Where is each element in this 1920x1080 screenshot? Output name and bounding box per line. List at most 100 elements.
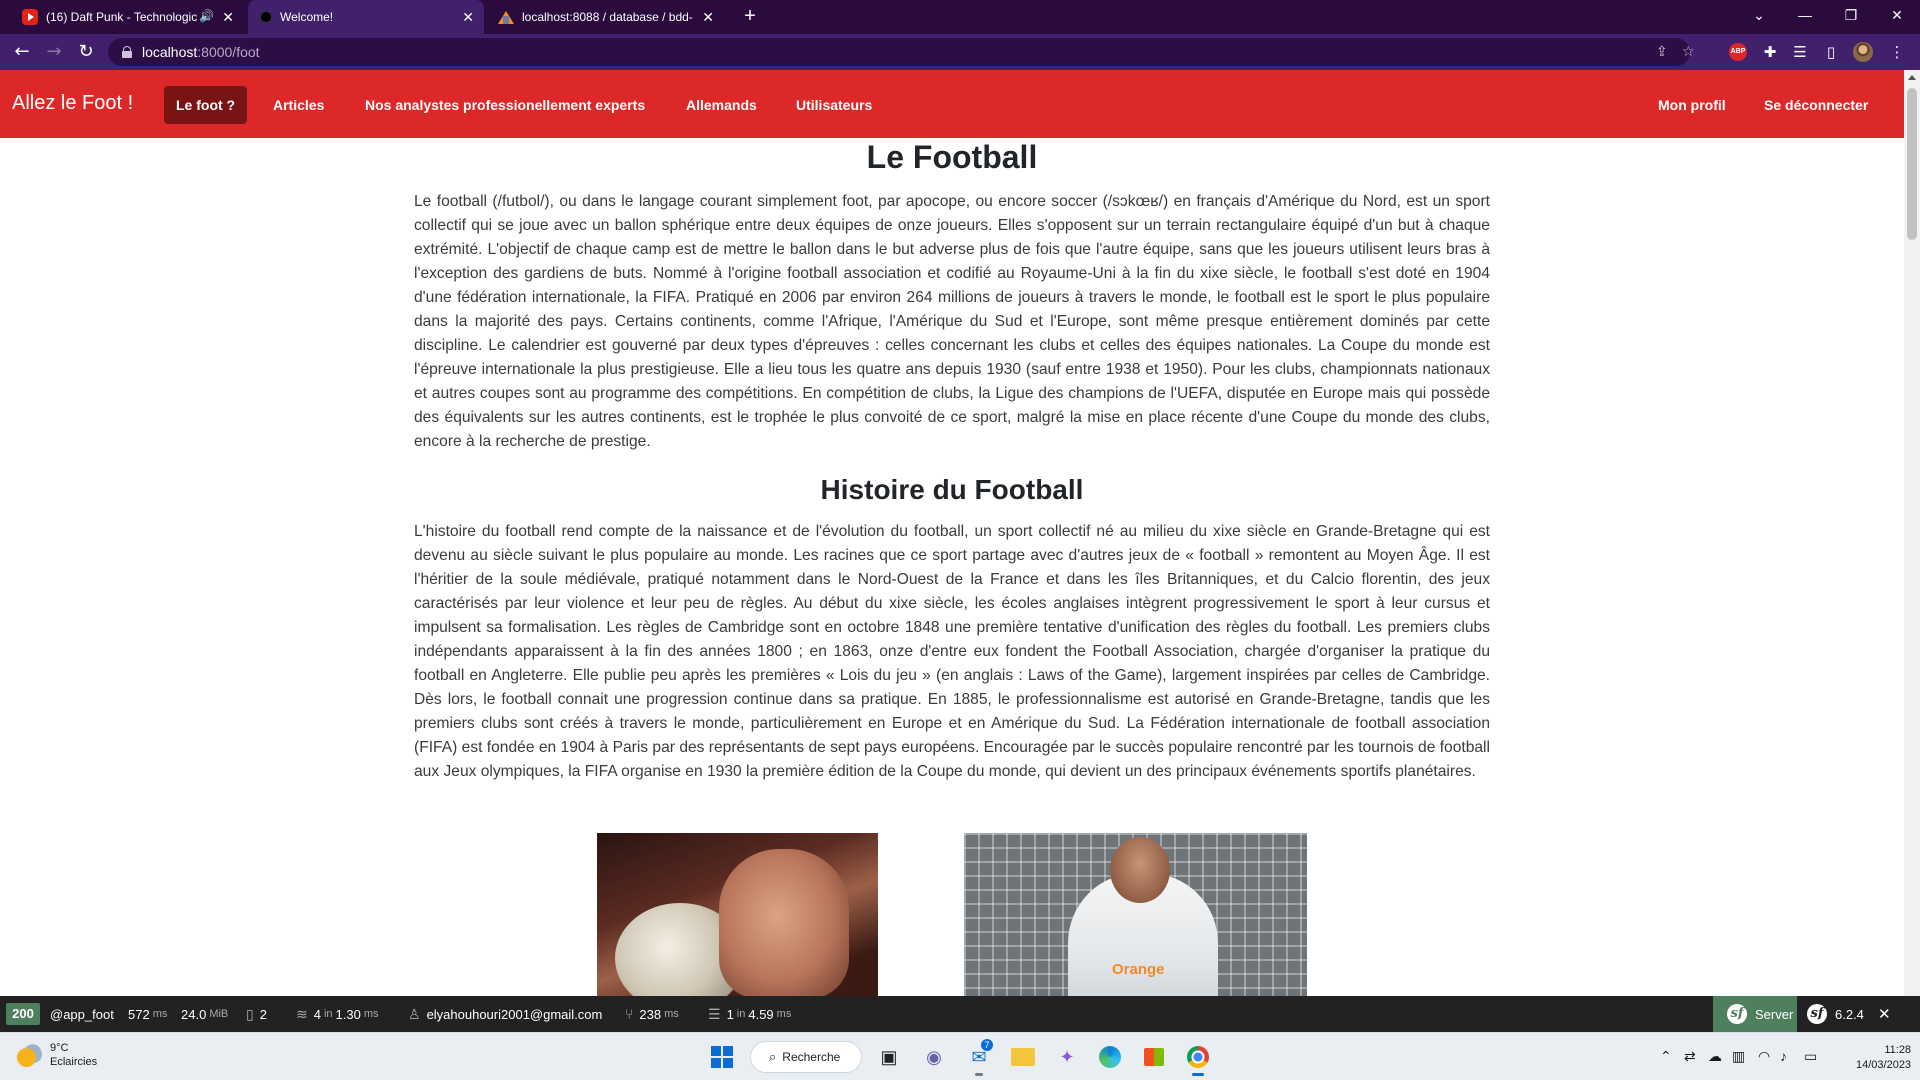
speaker-icon[interactable]: 🔊 <box>199 9 214 23</box>
tab-youtube[interactable]: (16) Daft Punk - Technologic 🔊 ✕ <box>12 0 244 34</box>
database-icon: ☰ <box>708 1005 721 1022</box>
battery-icon[interactable]: ▭ <box>1804 1048 1817 1065</box>
twig-panel[interactable]: ≋ 4 in 1.30 ms <box>296 996 379 1032</box>
db-unit: ms <box>776 1008 792 1020</box>
forward-arrow-icon[interactable]: → <box>42 40 66 64</box>
events-panel[interactable]: ⑂ 238 ms <box>625 996 679 1032</box>
request-time[interactable]: 572 ms <box>128 996 167 1032</box>
tray-app-icon[interactable]: ▥ <box>1732 1048 1745 1065</box>
close-tab-icon[interactable]: ✕ <box>222 9 234 25</box>
symfony-version-panel[interactable]: sf 6.2.4 <box>1807 996 1864 1032</box>
info-lock-icon[interactable] <box>122 46 132 58</box>
weather-widget[interactable]: 9°C Eclaircies <box>16 1041 97 1069</box>
nav-se-deconnecter[interactable]: Se déconnecter <box>1752 86 1880 124</box>
store-bag <box>1144 1048 1164 1066</box>
mail-icon[interactable]: ✉ 7 <box>963 1039 995 1076</box>
memory-value: 24.0 <box>181 1006 207 1022</box>
running-indicator <box>1192 1073 1204 1076</box>
minimize-button[interactable]: — <box>1782 0 1828 30</box>
memory-usage[interactable]: 24.0 MiB <box>181 996 228 1032</box>
doctrine-panel[interactable]: ☰ 1 in 4.59 ms <box>708 996 791 1032</box>
search-icon: ⌕ <box>769 1049 777 1064</box>
reading-list-icon[interactable]: ☰ <box>1791 43 1809 61</box>
start-button[interactable] <box>706 1041 738 1073</box>
history-paragraph: L'histoire du football rend compte de la… <box>414 523 1490 780</box>
scrollbar-thumb[interactable] <box>1907 88 1917 240</box>
menu-kebab-icon[interactable]: ⋮ <box>1888 43 1906 61</box>
document-icon: ▯ <box>246 1005 254 1022</box>
nav-articles[interactable]: Articles <box>261 86 336 124</box>
copilot-icon[interactable]: ✦ <box>1051 1041 1083 1073</box>
security-panel[interactable]: ♙ elyahouhouri2001@gmail.com <box>408 996 602 1032</box>
tab-search-button[interactable]: ⌄ <box>1736 0 1782 30</box>
taskbar-search[interactable]: ⌕ Recherche <box>750 1041 862 1073</box>
tab-title: Welcome! <box>280 10 334 24</box>
db-time: 4.59 <box>748 1006 774 1022</box>
back-arrow-icon[interactable]: ← <box>10 40 34 64</box>
close-window-button[interactable]: ✕ <box>1874 0 1920 30</box>
browser-tab-strip: (16) Daft Punk - Technologic 🔊 ✕ Welcome… <box>0 0 1920 34</box>
status-code-badge[interactable]: 200 <box>6 1003 40 1025</box>
url-text[interactable]: localhost:8000/foot <box>142 44 260 60</box>
player-face-shape <box>719 849 849 996</box>
scroll-up-arrow-icon[interactable] <box>1908 75 1916 80</box>
nav-mon-profil[interactable]: Mon profil <box>1646 86 1738 124</box>
site-brand[interactable]: Allez le Foot ! <box>12 92 133 115</box>
restore-button[interactable]: ❐ <box>1828 0 1874 30</box>
nav-allemands[interactable]: Allemands <box>674 86 769 124</box>
symfony-logo-icon: sf <box>1727 1004 1747 1024</box>
task-view-icon[interactable]: ▣ <box>873 1041 905 1073</box>
symfony-logo-icon: sf <box>1807 1004 1827 1024</box>
nav-le-foot[interactable]: Le foot ? <box>164 86 248 124</box>
memory-unit: MiB <box>209 1008 229 1020</box>
taskbar-clock[interactable]: 11:28 14/03/2023 <box>1856 1043 1911 1073</box>
tray-cloud-icon[interactable]: ☁ <box>1708 1048 1722 1065</box>
tab-phpmyadmin[interactable]: localhost:8088 / database / bdd- ✕ <box>488 0 724 34</box>
phpmyadmin-icon <box>498 9 514 25</box>
edge-icon[interactable] <box>1094 1041 1126 1073</box>
profile-avatar-icon[interactable] <box>1853 42 1873 62</box>
photo-row: Orange <box>414 833 1490 996</box>
weather-desc: Eclaircies <box>50 1056 98 1068</box>
toolbar-close-button[interactable]: ✕ <box>1878 996 1891 1032</box>
page-dot-icon <box>260 11 272 23</box>
file-explorer-icon[interactable] <box>1007 1041 1039 1073</box>
server-panel[interactable]: sf Server <box>1713 996 1797 1032</box>
teams-chat-icon[interactable]: ◉ <box>918 1041 950 1073</box>
templates-count: 4 <box>313 1006 321 1022</box>
new-tab-button[interactable]: + <box>738 5 762 29</box>
reload-icon[interactable]: ↻ <box>74 40 98 64</box>
close-tab-icon[interactable]: ✕ <box>462 9 474 25</box>
address-bar[interactable]: localhost:8000/foot ⇪ ☆ <box>108 38 1695 66</box>
volume-icon[interactable]: ♪ <box>1780 1048 1787 1064</box>
chrome-icon[interactable] <box>1182 1041 1214 1076</box>
bookmark-star-icon[interactable]: ☆ <box>1682 44 1695 60</box>
tray-overflow-icon[interactable]: ⌃ <box>1660 1048 1672 1065</box>
adblock-extension-icon[interactable]: ABP <box>1729 43 1747 61</box>
events-unit: ms <box>664 1008 679 1020</box>
server-label: Server <box>1755 1006 1794 1022</box>
nav-analystes[interactable]: Nos analystes professionellement experts <box>353 86 657 124</box>
youtube-icon <box>22 9 38 25</box>
route-name[interactable]: @app_foot <box>50 996 114 1032</box>
player-head-shape <box>1110 837 1170 903</box>
edge-logo <box>1099 1046 1121 1068</box>
photo-om-player: Orange <box>964 833 1307 996</box>
request-time-unit: ms <box>152 1008 168 1020</box>
nav-utilisateurs[interactable]: Utilisateurs <box>784 86 884 124</box>
side-panel-icon[interactable]: ▯ <box>1822 43 1840 61</box>
logs-panel[interactable]: ▯ 2 <box>246 996 267 1032</box>
url-host: localhost <box>142 44 198 60</box>
windows-taskbar: 9°C Eclaircies ⌕ Recherche ▣ ◉ ✉ 7 ✦ ⌃ ⇄ … <box>0 1032 1920 1080</box>
store-icon[interactable] <box>1138 1041 1170 1073</box>
tab-title: localhost:8088 / database / bdd- <box>522 10 693 24</box>
tray-network-adapter-icon[interactable]: ⇄ <box>1684 1048 1696 1065</box>
tab-welcome[interactable]: Welcome! ✕ <box>248 0 484 34</box>
extensions-puzzle-icon[interactable]: ✚ <box>1761 43 1779 61</box>
share-icon[interactable]: ⇪ <box>1656 44 1668 60</box>
url-path: :8000/foot <box>197 44 260 60</box>
page-scrollbar[interactable] <box>1904 70 1920 996</box>
close-tab-icon[interactable]: ✕ <box>702 9 714 25</box>
wifi-icon[interactable]: ◠ <box>1758 1048 1770 1065</box>
running-indicator <box>975 1073 983 1076</box>
